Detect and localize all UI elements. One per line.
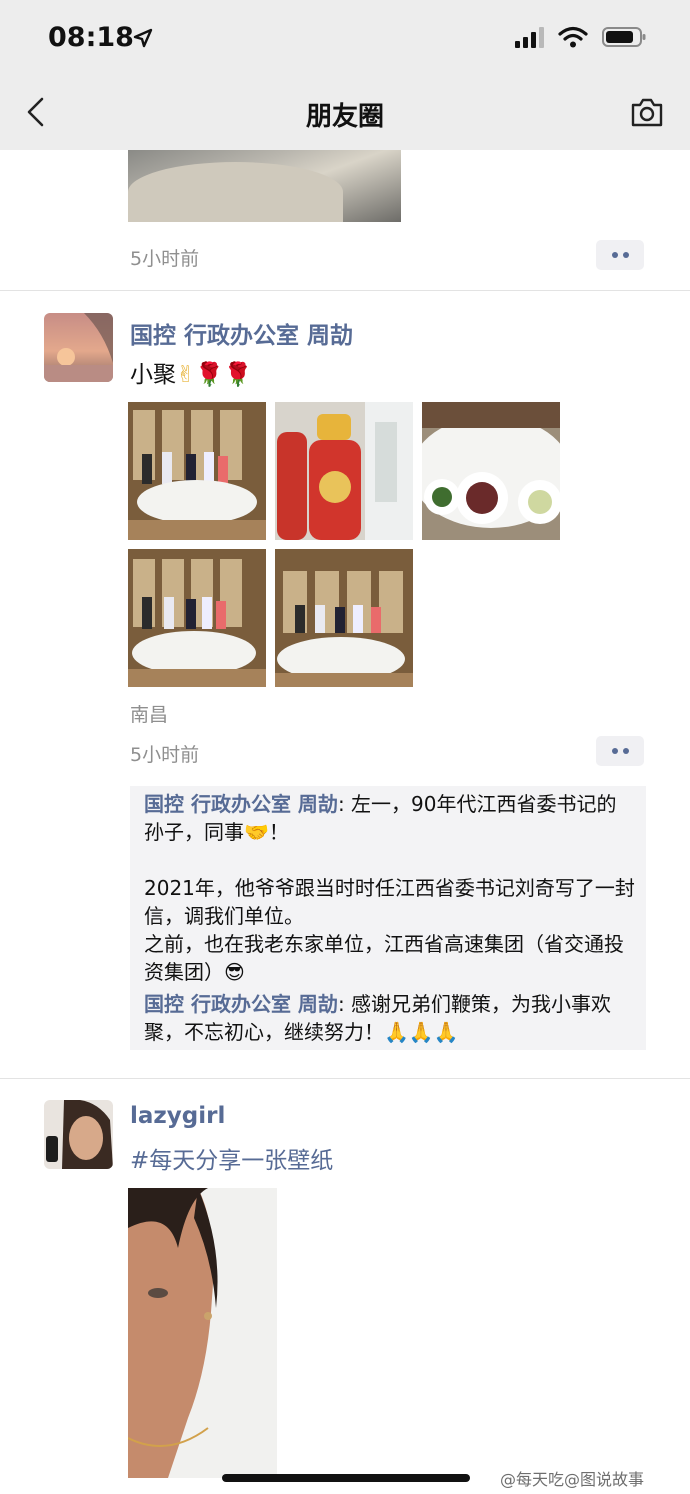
- comment-author[interactable]: 国控 行政办公室 周劼: [144, 992, 338, 1016]
- comments-panel: 国控 行政办公室 周劼: 左一，90年代江西省委书记的孙子，同事🤝！ 2021年…: [130, 786, 646, 1050]
- more-actions-button[interactable]: [596, 736, 644, 766]
- dot-icon: [611, 252, 618, 258]
- rose-emoji: 🌹: [195, 362, 224, 388]
- dot-icon: [611, 748, 618, 754]
- post-time: 5小时前: [130, 248, 200, 270]
- post-hashtag[interactable]: #每天分享一张壁纸: [130, 1141, 333, 1175]
- comment-text: 左一，90年代江西省委书记的孙子，同事🤝！ 2021年，他爷爷跟当时时任江西省委…: [144, 792, 635, 984]
- avatar[interactable]: [44, 1100, 113, 1169]
- victory-hand-emoji: ✌: [176, 362, 196, 388]
- wifi-icon: [558, 26, 588, 48]
- comment-separator: :: [337, 792, 352, 816]
- camera-icon[interactable]: [630, 96, 664, 128]
- comment-separator: :: [337, 992, 352, 1016]
- avatar[interactable]: [44, 313, 113, 382]
- photo-detail: [128, 162, 343, 222]
- post-divider: [0, 1078, 690, 1079]
- status-time: 08:18: [48, 22, 134, 53]
- comment[interactable]: 国控 行政办公室 周劼: 左一，90年代江西省委书记的孙子，同事🤝！ 2021年…: [144, 790, 636, 986]
- post-location[interactable]: 南昌: [130, 700, 168, 727]
- group-photo-dinner-3[interactable]: [275, 549, 413, 687]
- rose-emoji: 🌹: [223, 362, 253, 388]
- post-time: 5小时前: [130, 744, 200, 766]
- group-photo-dinner-2[interactable]: [128, 549, 266, 687]
- dot-icon: [622, 252, 629, 258]
- more-actions-button[interactable]: [596, 240, 644, 270]
- comment[interactable]: 国控 行政办公室 周劼: 感谢兄弟们鞭策，为我小事欢聚，不忘初心，继续努力！🙏🙏…: [144, 990, 636, 1046]
- location-arrow-icon: [133, 28, 153, 48]
- dot-icon: [622, 748, 629, 754]
- group-photo-dinner-1[interactable]: [128, 402, 266, 540]
- watermark: @每天吃@图说故事: [500, 1470, 645, 1489]
- post-author[interactable]: lazygirl: [130, 1103, 225, 1129]
- post-divider: [0, 290, 690, 291]
- comment-author[interactable]: 国控 行政办公室 周劼: [144, 792, 338, 816]
- post-text: 小聚✌🌹🌹: [130, 355, 253, 389]
- battery-icon: [602, 27, 646, 47]
- page-title: 朋友圈: [305, 102, 384, 132]
- post-text-content: 小聚: [130, 362, 176, 388]
- dishes-photo[interactable]: [422, 402, 560, 540]
- top-bar: 08:18 朋友圈: [0, 0, 690, 150]
- signal-icon: [515, 27, 544, 48]
- home-indicator: [222, 1474, 470, 1482]
- liquor-bottles-photo[interactable]: [275, 402, 413, 540]
- portrait-wallpaper-photo[interactable]: [128, 1188, 277, 1478]
- post-author[interactable]: 国控 行政办公室 周劼: [130, 316, 353, 350]
